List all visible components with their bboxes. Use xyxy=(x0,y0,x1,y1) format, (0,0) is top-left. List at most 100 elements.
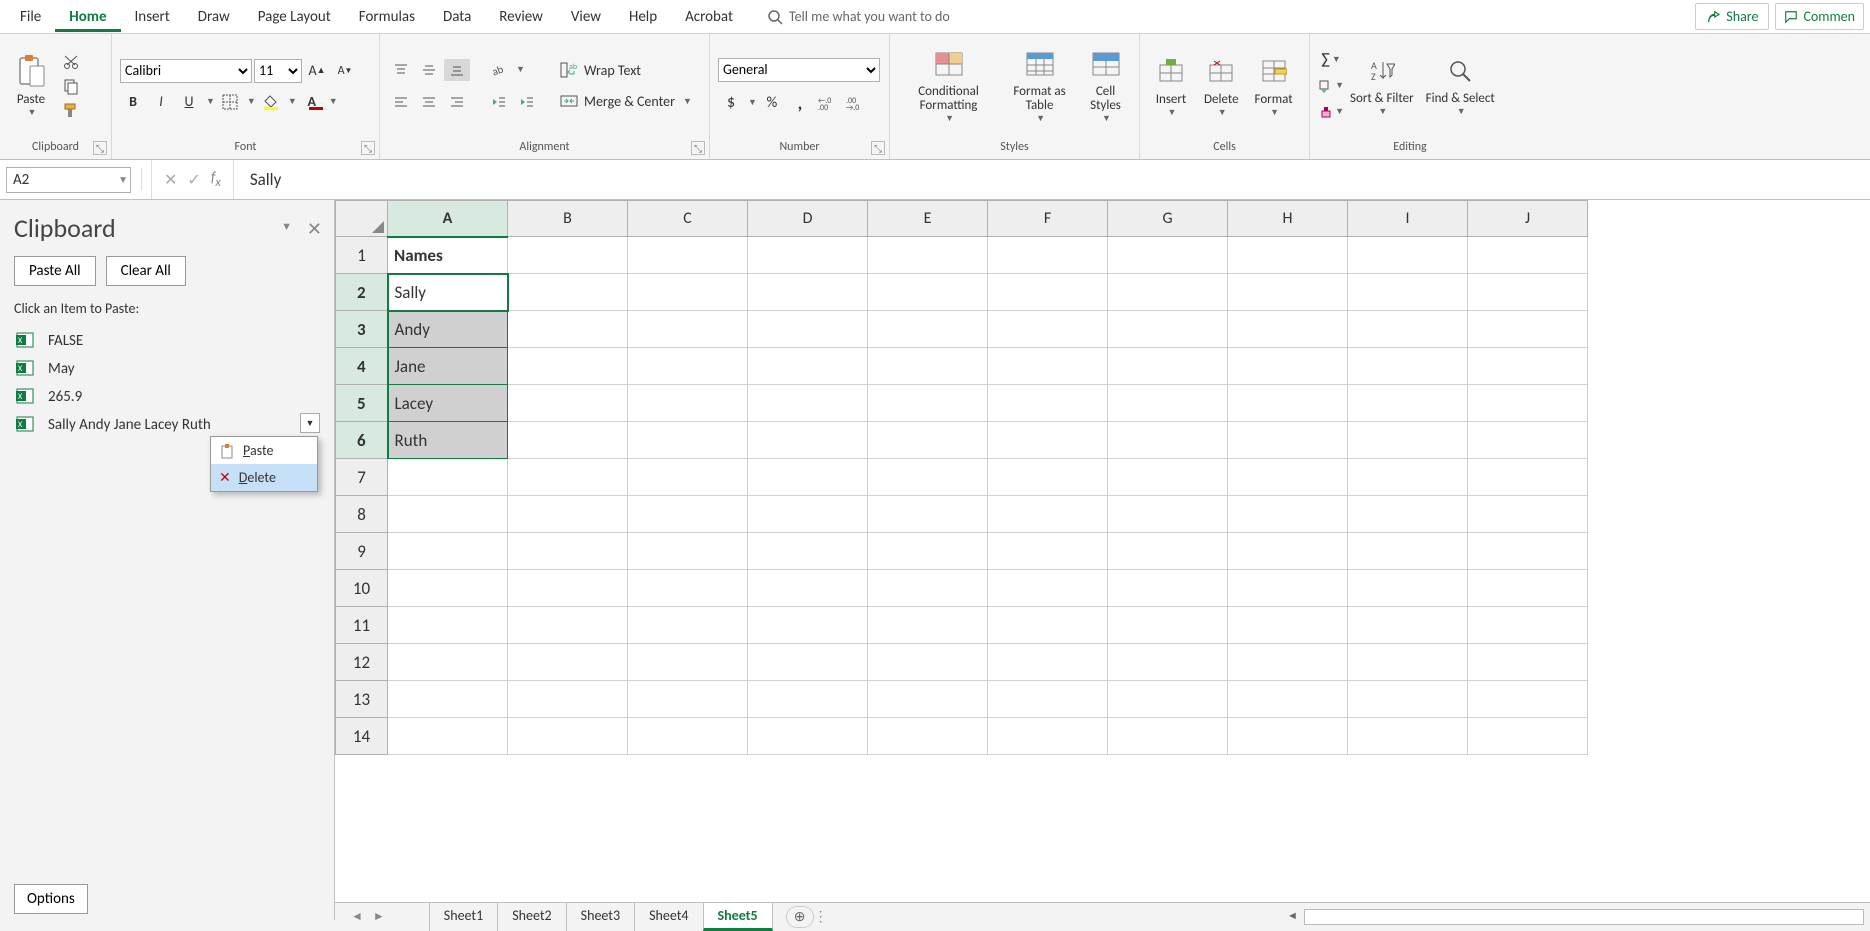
cell[interactable] xyxy=(1228,237,1348,274)
cell[interactable] xyxy=(1348,681,1468,718)
cell[interactable] xyxy=(748,385,868,422)
cell[interactable] xyxy=(1228,459,1348,496)
row-header[interactable]: 11 xyxy=(336,607,388,644)
cell[interactable] xyxy=(868,348,988,385)
cell[interactable] xyxy=(1108,570,1228,607)
increase-indent-button[interactable] xyxy=(514,91,540,113)
cell[interactable] xyxy=(508,459,628,496)
column-header-H[interactable]: H xyxy=(1228,201,1348,237)
cell[interactable] xyxy=(868,496,988,533)
cell[interactable] xyxy=(868,237,988,274)
cell[interactable] xyxy=(988,533,1108,570)
format-as-table-button[interactable]: Format as Table ▼ xyxy=(1003,45,1076,127)
cell[interactable] xyxy=(1108,459,1228,496)
cell[interactable] xyxy=(508,644,628,681)
row-header[interactable]: 7 xyxy=(336,459,388,496)
cell[interactable] xyxy=(1348,348,1468,385)
alignment-launcher[interactable]: ⤡ xyxy=(691,141,705,155)
tab-data[interactable]: Data xyxy=(429,2,485,32)
cell[interactable] xyxy=(988,348,1108,385)
merge-center-button[interactable]: Merge & Center ▼ xyxy=(554,91,698,112)
sheet-nav-prev[interactable]: ◄ xyxy=(351,909,363,924)
cell[interactable] xyxy=(508,311,628,348)
cell[interactable] xyxy=(628,385,748,422)
cell[interactable] xyxy=(748,607,868,644)
comment-button[interactable]: Commen xyxy=(1775,3,1864,30)
tab-view[interactable]: View xyxy=(557,2,615,32)
cell[interactable] xyxy=(748,533,868,570)
column-header-D[interactable]: D xyxy=(748,201,868,237)
cell[interactable] xyxy=(1468,570,1588,607)
clipboard-item[interactable]: X 265.9 xyxy=(14,383,320,411)
cell[interactable] xyxy=(1108,681,1228,718)
cell[interactable] xyxy=(748,681,868,718)
select-all-corner[interactable] xyxy=(336,201,388,237)
cell[interactable] xyxy=(628,311,748,348)
cell[interactable] xyxy=(988,385,1108,422)
pane-options-button[interactable]: ▼ xyxy=(281,220,292,233)
cell[interactable] xyxy=(628,644,748,681)
row-header[interactable]: 3 xyxy=(336,311,388,348)
tab-draw[interactable]: Draw xyxy=(184,2,244,32)
font-size-select[interactable]: 11 xyxy=(254,59,302,83)
cell[interactable] xyxy=(1468,237,1588,274)
cell[interactable] xyxy=(1228,422,1348,459)
row-header[interactable]: 13 xyxy=(336,681,388,718)
cell[interactable] xyxy=(628,274,748,311)
tab-review[interactable]: Review xyxy=(485,2,557,32)
cell[interactable] xyxy=(628,607,748,644)
cell[interactable] xyxy=(1348,459,1468,496)
fx-button[interactable]: fx xyxy=(211,169,221,190)
cell[interactable] xyxy=(988,496,1108,533)
cell[interactable] xyxy=(1108,607,1228,644)
cell[interactable] xyxy=(1228,385,1348,422)
cell[interactable] xyxy=(748,422,868,459)
cell[interactable] xyxy=(748,459,868,496)
cell[interactable] xyxy=(508,607,628,644)
sheet-nav-next[interactable]: ► xyxy=(373,909,385,924)
cell[interactable] xyxy=(508,348,628,385)
align-top-button[interactable] xyxy=(388,59,414,81)
cell[interactable] xyxy=(388,496,508,533)
row-header[interactable]: 2 xyxy=(336,274,388,311)
cell[interactable] xyxy=(628,422,748,459)
increase-decimal-button[interactable]: ←.0.00 xyxy=(815,92,841,114)
row-header[interactable]: 12 xyxy=(336,644,388,681)
cell[interactable] xyxy=(1108,496,1228,533)
clipboard-item[interactable]: X Sally Andy Jane Lacey Ruth ▼ xyxy=(14,411,320,439)
cell[interactable] xyxy=(1348,422,1468,459)
autosum-button[interactable]: ∑▼ xyxy=(1318,49,1344,71)
cell[interactable]: Andy xyxy=(388,311,508,348)
sort-filter-button[interactable]: AZ Sort & Filter ▼ xyxy=(1344,52,1420,119)
cell[interactable] xyxy=(748,570,868,607)
horizontal-scrollbar[interactable]: ⋮ xyxy=(814,908,1870,925)
cell[interactable] xyxy=(1108,422,1228,459)
cell[interactable] xyxy=(1228,533,1348,570)
cell[interactable] xyxy=(388,681,508,718)
cell[interactable] xyxy=(388,718,508,755)
percent-format-button[interactable]: % xyxy=(759,92,785,114)
cell[interactable] xyxy=(748,348,868,385)
cell[interactable] xyxy=(508,718,628,755)
cell[interactable] xyxy=(628,237,748,274)
row-header[interactable]: 14 xyxy=(336,718,388,755)
tab-formulas[interactable]: Formulas xyxy=(345,2,429,32)
cell[interactable] xyxy=(1108,718,1228,755)
italic-button[interactable]: I xyxy=(148,91,174,113)
cell[interactable] xyxy=(1468,496,1588,533)
name-box[interactable]: A2 ▼ xyxy=(6,167,131,193)
insert-cells-button[interactable]: Insert ▼ xyxy=(1148,52,1194,120)
row-header[interactable]: 4 xyxy=(336,348,388,385)
decrease-indent-button[interactable] xyxy=(486,91,512,113)
format-painter-button[interactable] xyxy=(58,99,84,121)
clipboard-item[interactable]: X May xyxy=(14,355,320,383)
format-cells-button[interactable]: Format ▼ xyxy=(1249,52,1299,120)
cell[interactable] xyxy=(388,533,508,570)
column-header-E[interactable]: E xyxy=(868,201,988,237)
cell[interactable] xyxy=(1108,644,1228,681)
find-select-button[interactable]: Find & Select ▼ xyxy=(1420,52,1501,119)
number-format-select[interactable]: General xyxy=(718,58,880,82)
cell[interactable] xyxy=(1468,385,1588,422)
cell[interactable] xyxy=(1228,681,1348,718)
column-header-A[interactable]: A xyxy=(388,201,508,237)
